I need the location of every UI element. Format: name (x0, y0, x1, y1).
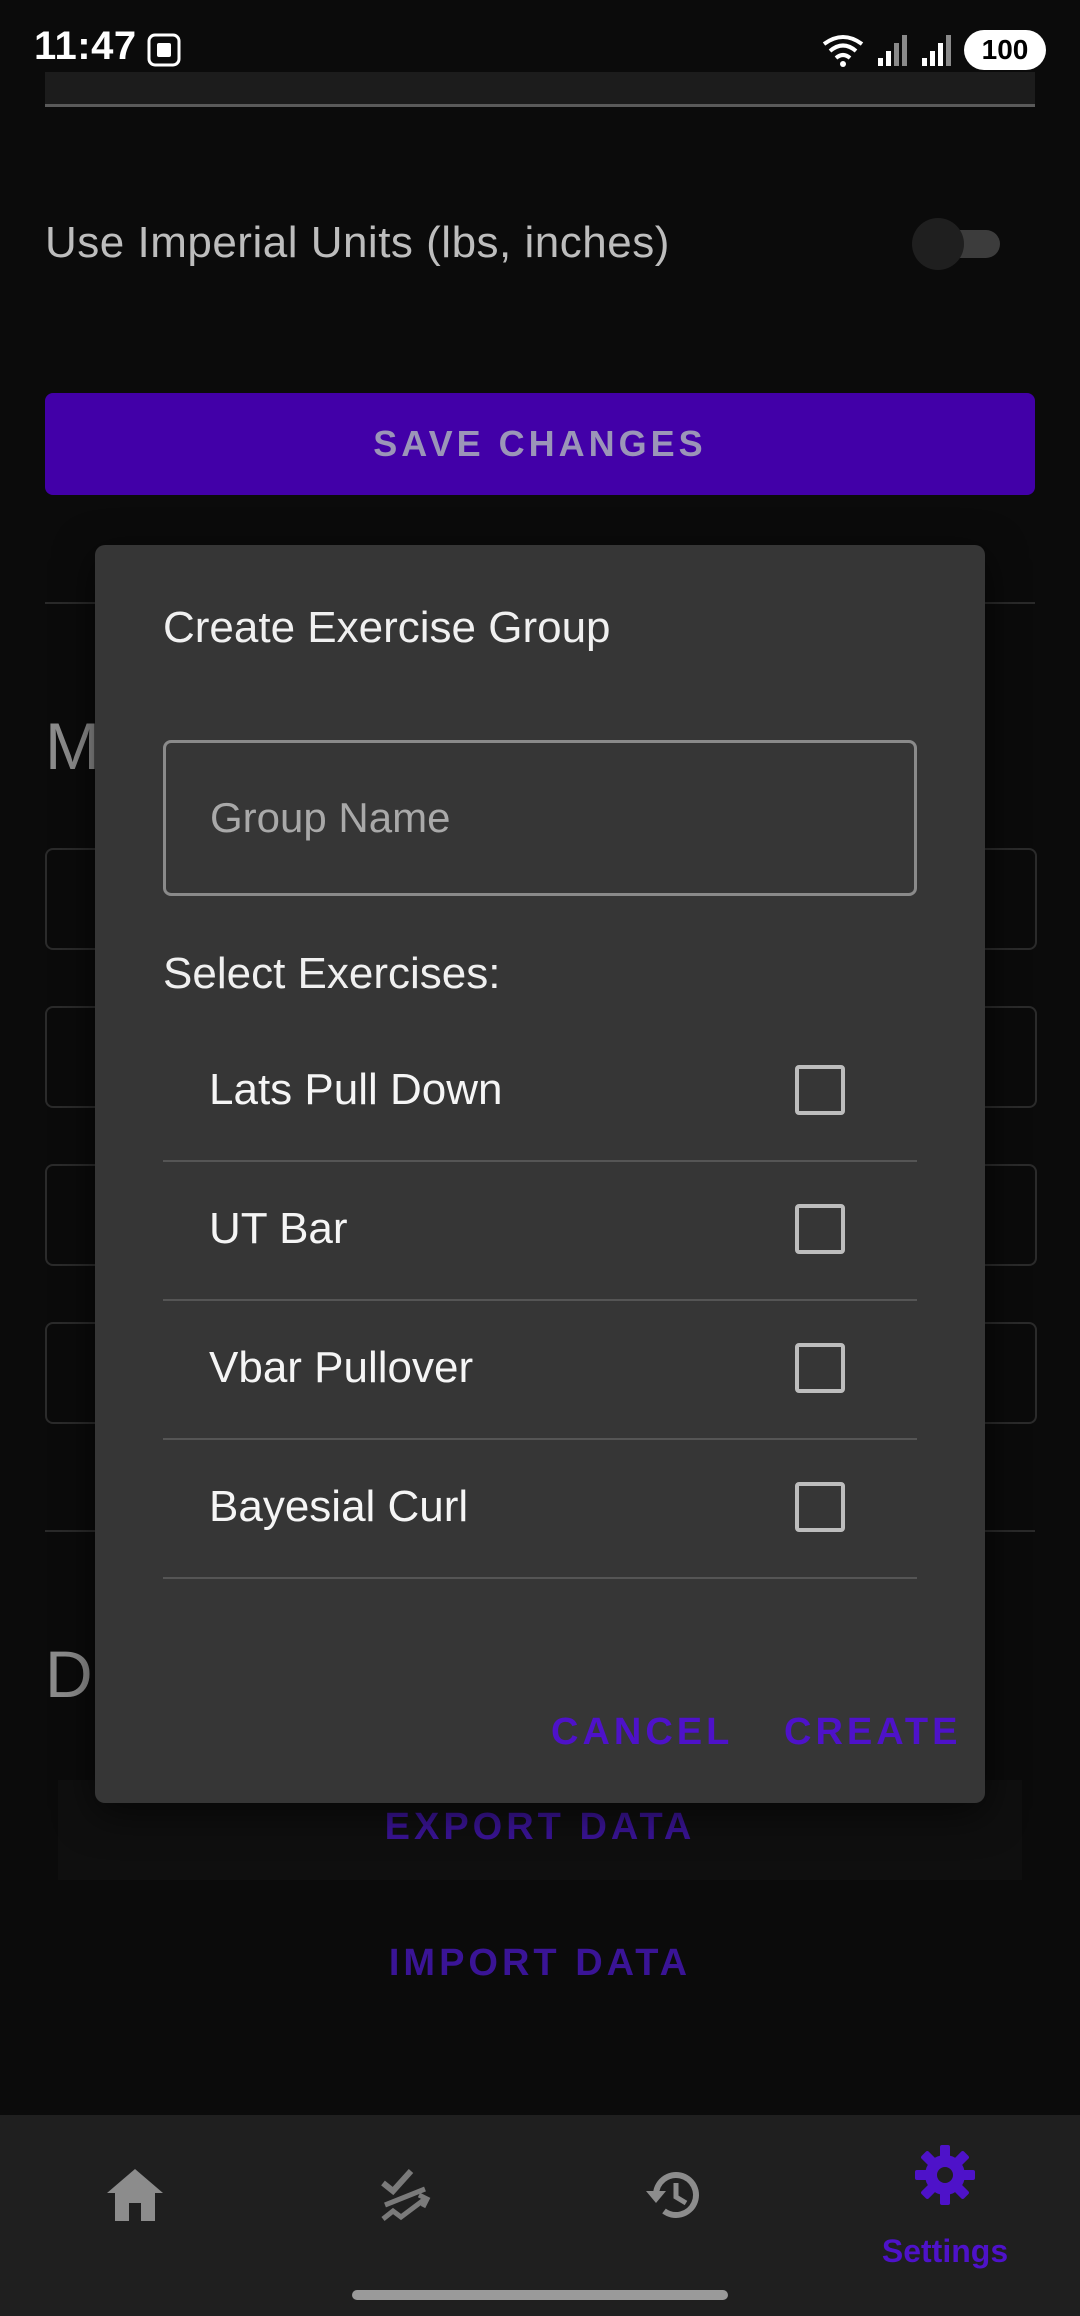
exercise-checkbox[interactable] (795, 1204, 845, 1254)
history-icon (646, 2172, 699, 2218)
exercise-checkbox[interactable] (795, 1343, 845, 1393)
nav-settings-label: Settings (881, 2233, 1009, 2269)
section-heading-partial: M (45, 709, 100, 783)
wifi-icon (822, 35, 864, 67)
nav-settings[interactable]: Settings (810, 2115, 1080, 2316)
signal-icon (922, 35, 951, 66)
exercise-name: UT Bar (209, 1204, 348, 1253)
dialog-title: Create Exercise Group (163, 603, 611, 652)
save-changes-button[interactable]: SAVE CHANGES (45, 393, 1035, 495)
exercise-name: Bayesial Curl (209, 1482, 469, 1531)
nav-home[interactable] (0, 2115, 270, 2316)
exercise-row[interactable]: UT Bar (163, 1162, 917, 1301)
nav-workout[interactable] (270, 2115, 540, 2316)
exercise-name: Lats Pull Down (209, 1065, 503, 1114)
exercise-name: Vbar Pullover (209, 1343, 474, 1392)
bottom-navigation: Settings (0, 2115, 1080, 2316)
home-indicator[interactable] (352, 2290, 728, 2300)
create-button[interactable]: CREATE (778, 1710, 967, 1755)
nav-history[interactable] (540, 2115, 810, 2316)
shuffle-check-icon (381, 2168, 431, 2221)
screenshot-icon (147, 33, 181, 67)
exercise-checkbox[interactable] (795, 1482, 845, 1532)
battery-indicator: 100 (964, 30, 1046, 70)
exercise-row[interactable]: Bayesial Curl (163, 1440, 917, 1579)
export-data-button[interactable]: EXPORT DATA (0, 1806, 1080, 1849)
import-data-button[interactable]: IMPORT DATA (0, 1942, 1080, 1985)
group-name-field[interactable] (163, 740, 917, 896)
toggle-thumb (912, 218, 964, 270)
gear-icon (915, 2145, 975, 2205)
status-time: 11:47 (34, 24, 137, 68)
exercise-list: Lats Pull Down UT Bar Vbar Pullover Baye… (163, 1023, 917, 1579)
create-exercise-group-dialog: Create Exercise Group Select Exercises: … (95, 545, 985, 1803)
exercise-checkbox[interactable] (795, 1065, 845, 1115)
imperial-units-toggle[interactable] (912, 218, 1004, 270)
exercise-row[interactable]: Vbar Pullover (163, 1301, 917, 1440)
select-exercises-label: Select Exercises: (163, 949, 501, 998)
previous-field[interactable] (45, 72, 1035, 107)
imperial-units-label: Use Imperial Units (lbs, inches) (45, 218, 670, 267)
status-icons: 100 (820, 28, 1046, 72)
exercise-row[interactable]: Lats Pull Down (163, 1023, 917, 1162)
signal-icon (878, 35, 907, 66)
group-name-input[interactable] (166, 743, 914, 893)
section-heading-partial: D (45, 1637, 93, 1711)
home-icon (107, 2169, 163, 2221)
cancel-button[interactable]: CANCEL (545, 1710, 739, 1755)
